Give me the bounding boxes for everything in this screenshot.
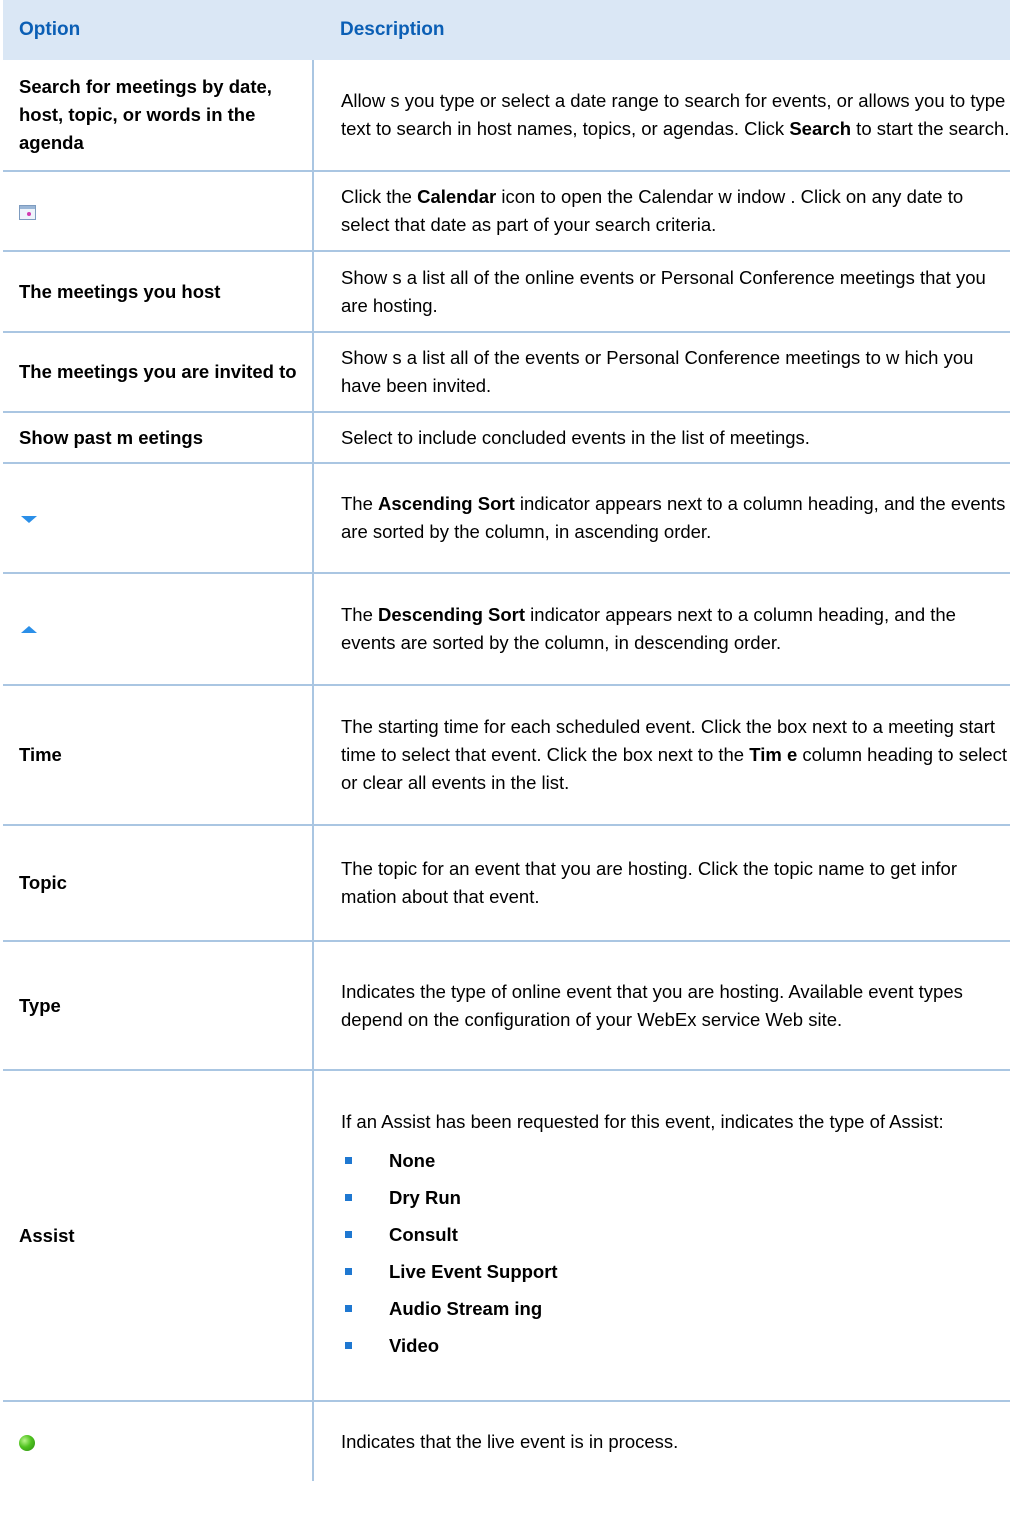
- desc-bold-descending: Descending Sort: [378, 604, 526, 625]
- bullet-icon: [345, 1156, 352, 1164]
- description-search: Allow s you type or select a date range …: [313, 60, 1010, 172]
- option-assist: Assist: [3, 1070, 314, 1402]
- table-row-time: Time The starting time for each schedule…: [3, 685, 1010, 826]
- desc-bold-search: Search: [789, 118, 852, 139]
- assist-item-label: Video: [389, 1334, 440, 1356]
- list-item: Live Event Support: [341, 1253, 1010, 1290]
- assist-item-label: Consult: [389, 1223, 458, 1245]
- description-calendar: Click the Calendar icon to open the Cale…: [313, 171, 1010, 252]
- header-row: Option Description: [3, 0, 1010, 60]
- desc-bold-time: Tim e: [749, 744, 798, 765]
- table-row-invited: The meetings you are invited to Show s a…: [3, 332, 1010, 413]
- desc-text: The: [341, 604, 379, 625]
- desc-text: to start the search.: [851, 118, 1010, 139]
- option-invited: The meetings you are invited to: [3, 332, 314, 413]
- description-type: Indicates the type of online event that …: [313, 941, 1010, 1071]
- description-invited: Show s a list all of the events or Perso…: [313, 332, 1010, 413]
- option-calendar: [3, 171, 314, 252]
- table-row-ascending: The Ascending Sort indicator appears nex…: [3, 463, 1010, 574]
- assist-list: None Dry Run Consult Live Event Support …: [341, 1142, 1010, 1364]
- option-live: [3, 1401, 314, 1481]
- table-row-type: Type Indicates the type of online event …: [3, 941, 1010, 1071]
- table-row-past: Show past m eetings Select to include co…: [3, 412, 1010, 464]
- option-ascending: [3, 463, 314, 574]
- options-table: Option Description Search for meetings b…: [3, 0, 1010, 1481]
- desc-text: Click the: [341, 186, 418, 207]
- table-row-calendar: Click the Calendar icon to open the Cale…: [3, 171, 1010, 252]
- table-row-search: Search for meetings by date, host, topic…: [3, 60, 1010, 172]
- description-host: Show s a list all of the online events o…: [313, 251, 1010, 333]
- list-item: None: [341, 1142, 1010, 1179]
- option-search: Search for meetings by date, host, topic…: [3, 60, 314, 172]
- table-row-live: Indicates that the live event is in proc…: [3, 1401, 1010, 1481]
- description-topic: The topic for an event that you are host…: [313, 825, 1010, 942]
- desc-bold-ascending: Ascending Sort: [378, 493, 515, 514]
- assist-item-label: None: [389, 1149, 436, 1171]
- table-row-topic: Topic The topic for an event that you ar…: [3, 825, 1010, 942]
- description-past: Select to include concluded events in th…: [313, 412, 1010, 464]
- option-time: Time: [3, 685, 314, 826]
- option-type: Type: [3, 941, 314, 1071]
- description-assist: If an Assist has been requested for this…: [313, 1070, 1010, 1402]
- live-event-icon: [19, 1434, 35, 1451]
- table-row-host: The meetings you host Show s a list all …: [3, 251, 1010, 333]
- descending-sort-icon: [21, 626, 37, 634]
- bullet-icon: [345, 1304, 352, 1312]
- bullet-icon: [345, 1267, 352, 1275]
- assist-item-label: Live Event Support: [389, 1260, 558, 1282]
- table-row-descending: The Descending Sort indicator appears ne…: [3, 573, 1010, 686]
- description-time: The starting time for each scheduled eve…: [313, 685, 1010, 826]
- option-topic: Topic: [3, 825, 314, 942]
- option-past: Show past m eetings: [3, 412, 314, 464]
- list-item: Consult: [341, 1216, 1010, 1253]
- assist-item-label: Dry Run: [389, 1186, 461, 1208]
- assist-item-label: Audio Stream ing: [389, 1297, 543, 1319]
- description-ascending: The Ascending Sort indicator appears nex…: [313, 463, 1010, 574]
- list-item: Video: [341, 1327, 1010, 1364]
- list-item: Dry Run: [341, 1179, 1010, 1216]
- ascending-sort-icon: [21, 516, 37, 524]
- option-host: The meetings you host: [3, 251, 314, 333]
- desc-text: The: [341, 493, 379, 514]
- bullet-icon: [345, 1193, 352, 1201]
- bullet-icon: [345, 1341, 352, 1349]
- bullet-icon: [345, 1230, 352, 1238]
- description-live: Indicates that the live event is in proc…: [341, 1430, 679, 1452]
- description-column-header: Description: [313, 0, 1010, 60]
- assist-intro: If an Assist has been requested for this…: [341, 1110, 944, 1132]
- table-row-assist: Assist If an Assist has been requested f…: [3, 1070, 1010, 1402]
- option-descending: [3, 573, 314, 686]
- option-column-header: Option: [3, 0, 313, 60]
- desc-bold-calendar: Calendar: [417, 186, 497, 207]
- calendar-icon: [19, 204, 36, 220]
- list-item: Audio Stream ing: [341, 1290, 1010, 1327]
- description-descending: The Descending Sort indicator appears ne…: [313, 573, 1010, 686]
